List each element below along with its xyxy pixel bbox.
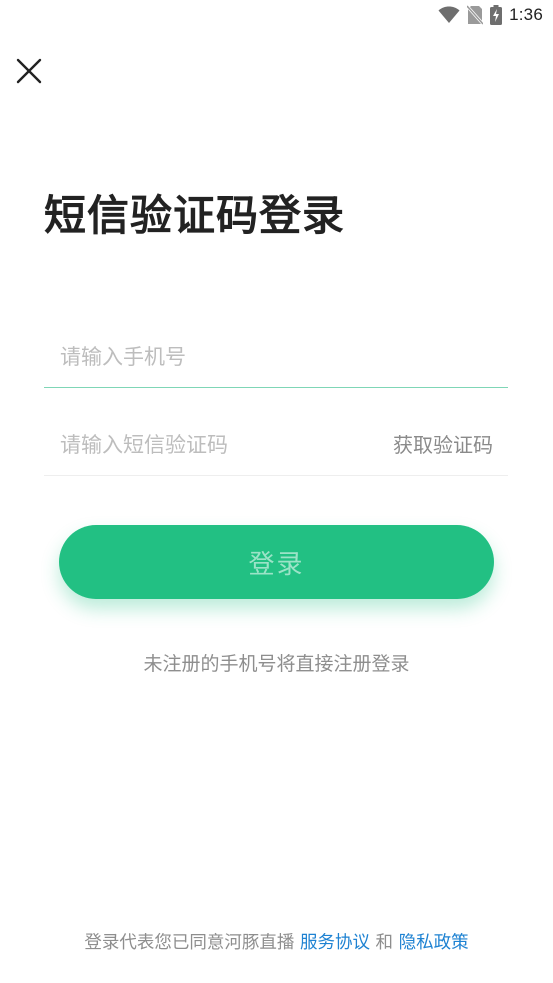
privacy-policy-link[interactable]: 隐私政策 — [399, 933, 469, 953]
battery-charging-icon — [490, 5, 503, 25]
login-button[interactable]: 登录 — [59, 525, 494, 599]
phone-input[interactable] — [60, 341, 360, 373]
phone-field — [44, 327, 508, 388]
close-icon — [16, 58, 42, 84]
get-code-button[interactable]: 获取验证码 — [393, 431, 493, 459]
status-icons: 1:36 — [438, 5, 543, 25]
status-bar: 1:36 — [0, 0, 553, 30]
agreement-prefix: 登录代表您已同意河豚直播 — [84, 933, 295, 953]
no-sim-icon — [467, 5, 484, 25]
service-agreement-link[interactable]: 服务协议 — [300, 933, 370, 953]
agreement-text: 登录代表您已同意河豚直播 服务协议 和 隐私政策 — [0, 929, 553, 954]
sms-code-field: 获取验证码 — [44, 415, 508, 476]
status-time: 1:36 — [509, 5, 543, 24]
sms-code-input[interactable] — [60, 429, 360, 461]
close-button[interactable] — [14, 56, 44, 86]
wifi-icon — [438, 6, 460, 23]
agreement-conjunction: 和 — [375, 933, 394, 953]
register-hint: 未注册的手机号将直接注册登录 — [143, 653, 410, 675]
page-title: 短信验证码登录 — [44, 191, 346, 240]
